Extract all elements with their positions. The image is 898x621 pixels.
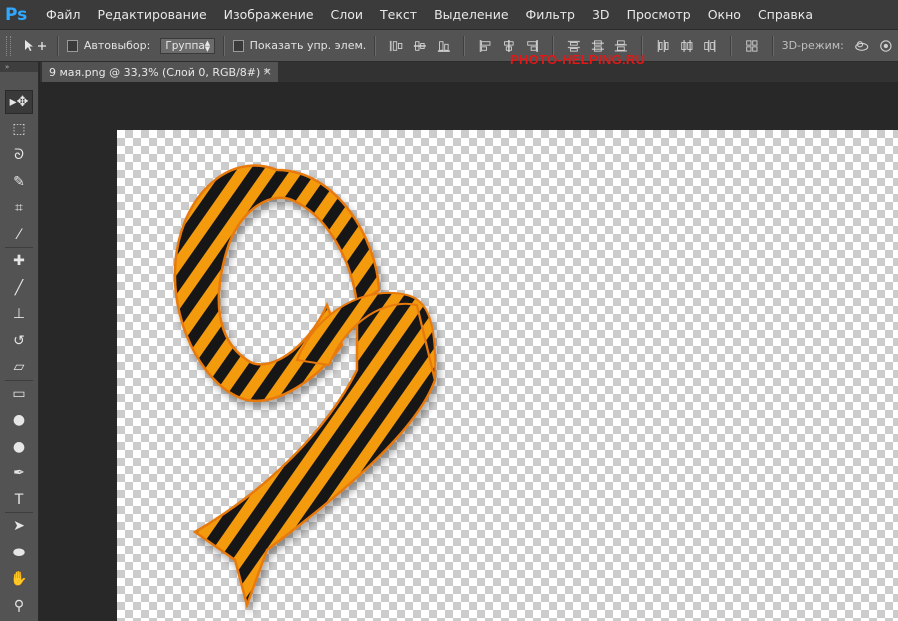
quick-select-tool[interactable]: ✎	[5, 170, 33, 194]
type-tool[interactable]: T	[5, 488, 33, 512]
distribute-right-icon[interactable]	[703, 38, 717, 54]
blur-tool[interactable]: ●	[5, 408, 33, 432]
options-grip[interactable]	[6, 35, 12, 56]
tools-separator	[5, 379, 33, 381]
options-separator	[374, 35, 377, 56]
3d-roll-icon[interactable]	[879, 38, 893, 54]
rect-marquee-icon: ⬚	[12, 120, 26, 137]
align-bottom-edges-icon[interactable]	[437, 38, 451, 54]
menu-image[interactable]: Изображение	[224, 7, 314, 22]
eyedropper-icon: ⁄	[17, 226, 21, 243]
autoselect-checkbox[interactable]	[67, 39, 78, 52]
shape-tool[interactable]: ⬬	[5, 541, 33, 565]
3d-orbit-icon[interactable]	[854, 38, 869, 54]
distribute-horizontal-centers-icon[interactable]	[680, 38, 694, 54]
lasso-icon: ᘐ	[14, 147, 24, 163]
align-vertical-centers-icon[interactable]	[413, 38, 427, 54]
pen-icon: ✒	[13, 465, 25, 481]
options-bar: Автовыбор: Группа ▲ ▼ Показать упр. элем.…	[0, 29, 898, 62]
align-left-edges-icon[interactable]	[478, 38, 492, 54]
zoom-tool[interactable]: ⚲	[5, 594, 33, 618]
eyedropper-tool[interactable]: ⁄	[5, 223, 33, 247]
menu-layers[interactable]: Слои	[331, 7, 364, 22]
path-select-tool[interactable]: ➤	[5, 514, 33, 538]
bandage-icon: ✚	[13, 253, 25, 269]
crop-icon: ⌗	[15, 200, 23, 216]
document-canvas[interactable]	[117, 130, 898, 621]
document-tab-title: 9 мая.png @ 33,3% (Слой 0, RGB/8#) *	[49, 65, 270, 79]
menu-type[interactable]: Текст	[380, 7, 417, 22]
gradient-tool[interactable]: ▭	[5, 382, 33, 406]
quick-select-icon: ✎	[13, 173, 25, 190]
autoselect-dropdown[interactable]: Группа ▲ ▼	[160, 37, 216, 54]
document-tab[interactable]: 9 мая.png @ 33,3% (Слой 0, RGB/8#) * ×	[42, 62, 278, 82]
menu-select[interactable]: Выделение	[434, 7, 508, 22]
menu-file[interactable]: Файл	[46, 7, 81, 22]
brush-tool[interactable]: ╱	[5, 276, 33, 300]
photoshop-logo: Ps	[5, 4, 28, 25]
dodge-icon: ●	[12, 438, 26, 455]
autoselect-value: Группа	[165, 39, 205, 52]
stamp-tool[interactable]: ⊥	[5, 302, 33, 326]
history-brush-tool[interactable]: ↺	[5, 329, 33, 353]
path-select-icon: ➤	[13, 518, 25, 534]
move-icon: ▸✥	[9, 94, 29, 110]
3d-mode-label: 3D-режим:	[781, 39, 844, 52]
gradient-icon: ▭	[12, 385, 26, 402]
healing-tool[interactable]: ✚	[5, 249, 33, 273]
menu-help[interactable]: Справка	[758, 7, 813, 22]
pen-tool[interactable]: ✒	[5, 461, 33, 485]
tools-panel: » ▸✥ ⬚ ᘐ ✎ ⌗ ⁄ ✚ ╱ ⊥ ↺ ▱ ▭ ● ● ✒ T ➤ ⬬ ✋ ⚲	[0, 62, 39, 621]
ribbon-nine-image	[173, 164, 437, 610]
dodge-tool[interactable]: ●	[5, 435, 33, 459]
dropdown-arrows-icon: ▲ ▼	[204, 38, 211, 53]
eraser-tool[interactable]: ▱	[5, 355, 33, 379]
history-brush-icon: ↺	[13, 332, 25, 349]
hand-tool[interactable]: ✋	[5, 567, 33, 591]
tools-separator	[5, 512, 33, 513]
marquee-tool[interactable]: ⬚	[5, 117, 33, 141]
move-tool[interactable]: ▸✥	[5, 90, 33, 114]
options-separator	[223, 35, 226, 56]
close-icon[interactable]: ×	[263, 65, 272, 78]
options-separator	[463, 35, 466, 56]
distribute-left-icon[interactable]	[656, 38, 670, 54]
menu-3d[interactable]: 3D	[592, 7, 610, 22]
show-transform-controls-label: Показать упр. элем.	[249, 39, 367, 52]
type-icon: T	[14, 491, 24, 508]
zoom-icon: ⚲	[13, 597, 25, 614]
watermark: PHOTO-HELPING.RU	[510, 52, 646, 67]
menu-bar: Ps Файл Редактирование Изображение Слои …	[0, 0, 898, 29]
crop-tool[interactable]: ⌗	[5, 196, 33, 220]
hand-icon: ✋	[10, 571, 28, 587]
brush-icon: ╱	[14, 279, 24, 296]
menu-view[interactable]: Просмотр	[627, 7, 691, 22]
align-top-edges-icon[interactable]	[389, 38, 403, 54]
options-separator	[730, 35, 733, 56]
tools-panel-collapse[interactable]: »	[0, 62, 38, 72]
menu-edit[interactable]: Редактирование	[98, 7, 207, 22]
options-separator	[771, 35, 774, 56]
lasso-tool[interactable]: ᘐ	[5, 143, 33, 167]
show-transform-controls-checkbox[interactable]	[233, 39, 244, 52]
tools-separator	[5, 247, 33, 248]
menu-window[interactable]: Окно	[708, 7, 741, 22]
document-tab-strip: 9 мая.png @ 33,3% (Слой 0, RGB/8#) * ×	[40, 62, 898, 82]
autoselect-label: Автовыбор:	[83, 39, 151, 52]
options-separator	[57, 35, 60, 56]
move-tool-preset-icon[interactable]	[23, 38, 47, 54]
stamp-icon: ⊥	[12, 306, 26, 322]
ellipse-icon: ⬬	[13, 544, 25, 561]
auto-align-layers-icon[interactable]	[745, 38, 759, 54]
eraser-icon: ▱	[13, 359, 25, 375]
menu-filter[interactable]: Фильтр	[526, 7, 575, 22]
drop-icon: ●	[12, 412, 26, 428]
